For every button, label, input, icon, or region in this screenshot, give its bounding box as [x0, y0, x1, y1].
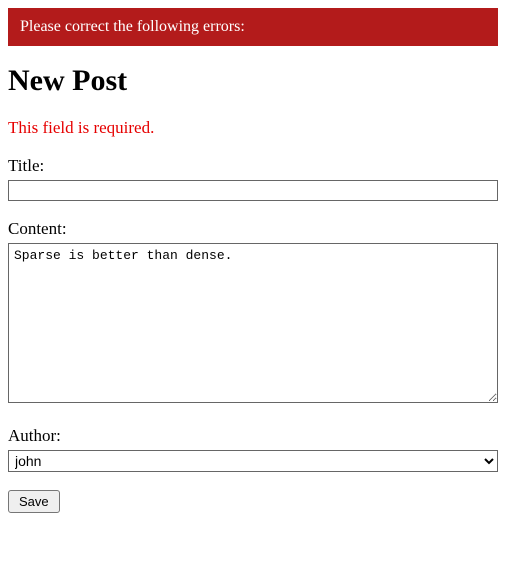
content-textarea[interactable]: Sparse is better than dense.	[8, 243, 498, 403]
field-group-title: Title:	[8, 156, 498, 201]
content-label: Content:	[8, 219, 498, 239]
title-label: Title:	[8, 156, 498, 176]
title-input[interactable]	[8, 180, 498, 201]
author-select[interactable]: john	[8, 450, 498, 472]
error-banner: Please correct the following errors:	[8, 8, 498, 46]
field-group-content: Content: Sparse is better than dense.	[8, 219, 498, 408]
field-group-author: Author: john	[8, 426, 498, 472]
save-button[interactable]: Save	[8, 490, 60, 513]
field-error: This field is required.	[8, 118, 498, 138]
author-label: Author:	[8, 426, 498, 446]
page-title: New Post	[8, 64, 498, 98]
